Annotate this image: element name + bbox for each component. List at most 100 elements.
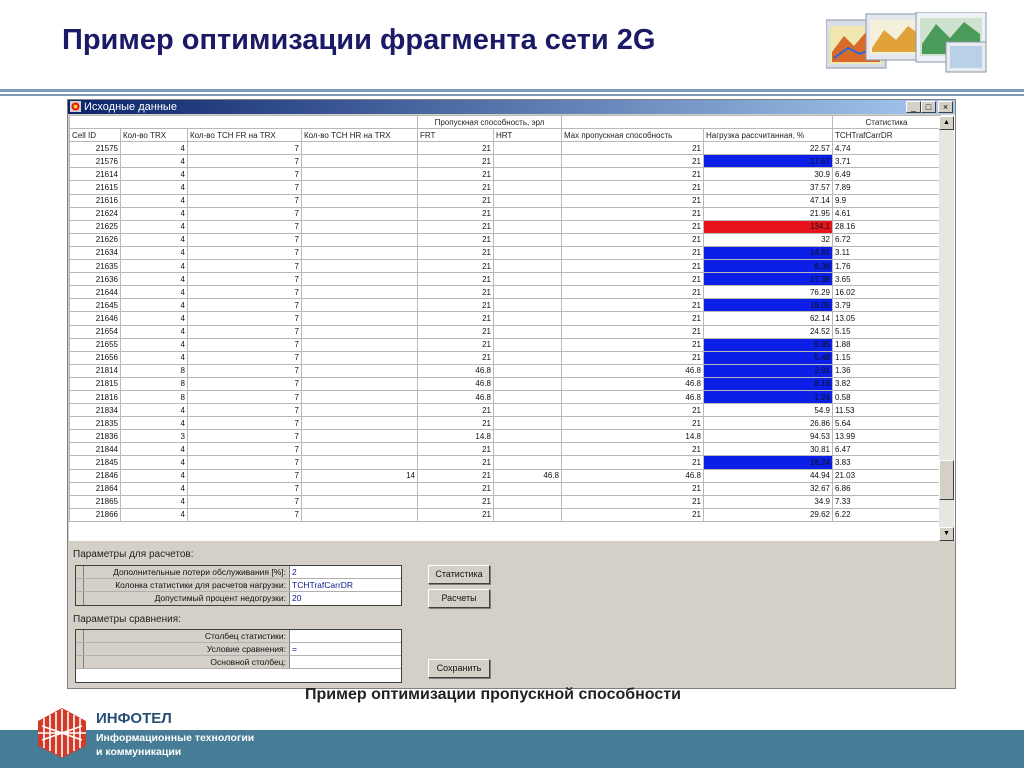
cell-fr[interactable]: 7 (187, 481, 302, 496)
cell-load[interactable]: 21.95 (703, 206, 833, 221)
cell-trx[interactable]: 4 (120, 180, 188, 195)
cell-trx[interactable]: 8 (120, 363, 188, 378)
cell-hrt[interactable] (493, 285, 562, 300)
cell-fr[interactable]: 7 (187, 219, 302, 234)
cell-hrt[interactable] (493, 245, 562, 261)
cell-hr[interactable] (301, 376, 418, 391)
cell-fr[interactable]: 7 (187, 193, 302, 208)
cell-max[interactable]: 46.8 (561, 363, 704, 378)
column-header[interactable]: FRT (417, 128, 494, 143)
table-row[interactable]: 21835 4 7 21 21 26.86 5.64 (69, 416, 941, 431)
cell-fr[interactable]: 7 (187, 167, 302, 182)
cell-fr[interactable]: 7 (187, 324, 302, 339)
cell-hr[interactable] (301, 272, 418, 287)
compare-row-condition[interactable]: Условие сравнения: = (76, 643, 401, 656)
cell-trx[interactable]: 4 (120, 442, 188, 457)
cell-stat[interactable]: 3.65 (832, 272, 941, 287)
vertical-scrollbar[interactable]: ▲ ▼ (939, 116, 954, 541)
cell-stat[interactable]: 9.9 (832, 193, 941, 208)
cell-id[interactable]: 21836 (69, 429, 121, 444)
cell-load[interactable]: 18.24 (703, 455, 833, 470)
cell-id[interactable]: 21814 (69, 363, 121, 378)
data-grid[interactable]: Пропускная способность, эрл Статистика C… (69, 115, 955, 541)
cell-hr[interactable] (301, 193, 418, 208)
cell-id[interactable]: 21865 (69, 494, 121, 509)
cell-stat[interactable]: 4.61 (832, 206, 941, 221)
cell-hrt[interactable] (493, 389, 562, 405)
table-row[interactable]: 21575 4 7 21 21 22.57 4.74 (69, 141, 941, 156)
cell-trx[interactable]: 8 (120, 376, 188, 391)
cell-stat[interactable]: 5.15 (832, 324, 941, 339)
cell-hrt[interactable] (493, 206, 562, 221)
column-header[interactable]: Max пропускная способность (561, 128, 704, 143)
cell-id[interactable]: 21815 (69, 376, 121, 391)
cell-hrt[interactable] (493, 154, 562, 169)
cell-frt[interactable]: 21 (417, 311, 494, 326)
cell-hr[interactable] (301, 232, 418, 247)
cell-max[interactable]: 21 (561, 298, 704, 313)
table-row[interactable]: 21576 4 7 21 21 17.67 3.71 (69, 154, 941, 169)
table-row[interactable]: 21625 4 7 21 21 134.1 28.16 (69, 219, 941, 234)
table-row[interactable]: 21635 4 7 21 21 8.38 1.76 (69, 259, 941, 274)
cell-max[interactable]: 21 (561, 311, 704, 326)
cell-hrt[interactable] (493, 481, 562, 496)
cell-stat[interactable]: 1.76 (832, 259, 941, 274)
table-row[interactable]: 21654 4 7 21 21 24.52 5.15 (69, 324, 941, 339)
cell-frt[interactable]: 46.8 (417, 389, 494, 405)
cell-hr[interactable] (301, 363, 418, 378)
cell-fr[interactable]: 7 (187, 376, 302, 391)
cell-hr[interactable] (301, 298, 418, 313)
compare-row-main-column[interactable]: Основной столбец: (76, 656, 401, 669)
param-row-stat-column[interactable]: Колонка статистики для расчетов нагрузки… (76, 579, 401, 592)
cell-trx[interactable]: 4 (120, 259, 188, 274)
table-row[interactable]: 21636 4 7 21 21 17.38 3.65 (69, 272, 941, 287)
cell-max[interactable]: 21 (561, 219, 704, 234)
cell-hrt[interactable] (493, 272, 562, 287)
cell-trx[interactable]: 4 (120, 154, 188, 169)
param-value-extra-losses[interactable]: 2 (290, 566, 401, 578)
cell-fr[interactable]: 7 (187, 259, 302, 274)
param-row-extra-losses[interactable]: Дополнительные потери обслуживания [%]: … (76, 566, 401, 579)
cell-load[interactable]: 8.95 (703, 337, 833, 352)
cell-stat[interactable]: 6.72 (832, 232, 941, 247)
cell-frt[interactable]: 21 (417, 455, 494, 470)
cell-max[interactable]: 21 (561, 442, 704, 457)
cell-hr[interactable] (301, 219, 418, 234)
table-row[interactable]: 21615 4 7 21 21 37.57 7.89 (69, 180, 941, 195)
cell-fr[interactable]: 7 (187, 337, 302, 352)
cell-id[interactable]: 21616 (69, 193, 121, 208)
cell-load[interactable]: 76.29 (703, 285, 833, 300)
table-row[interactable]: 21614 4 7 21 21 30.9 6.49 (69, 167, 941, 182)
cell-fr[interactable]: 7 (187, 206, 302, 221)
cell-fr[interactable]: 7 (187, 245, 302, 261)
cell-max[interactable]: 21 (561, 455, 704, 470)
cell-hr[interactable] (301, 206, 418, 221)
cell-hrt[interactable] (493, 442, 562, 457)
cell-load[interactable]: 18.05 (703, 298, 833, 313)
cell-hr[interactable] (301, 337, 418, 352)
param-value-underload[interactable]: 20 (290, 592, 401, 605)
cell-max[interactable]: 21 (561, 324, 704, 339)
cell-fr[interactable]: 7 (187, 285, 302, 300)
compare-value-stat-column[interactable] (290, 630, 401, 642)
cell-load[interactable]: 14.81 (703, 245, 833, 261)
cell-load[interactable]: 37.57 (703, 180, 833, 195)
cell-max[interactable]: 21 (561, 154, 704, 169)
table-row[interactable]: 21815 8 7 46.8 46.8 8.16 3.82 (69, 376, 941, 391)
cell-trx[interactable]: 4 (120, 455, 188, 470)
cell-hrt[interactable] (493, 219, 562, 234)
cell-frt[interactable]: 21 (417, 154, 494, 169)
window-titlebar[interactable]: Исходные данные _ □ × (68, 100, 955, 114)
cell-hr[interactable] (301, 403, 418, 418)
cell-max[interactable]: 21 (561, 285, 704, 300)
cell-hrt[interactable] (493, 416, 562, 431)
table-row[interactable]: 21634 4 7 21 21 14.81 3.11 (69, 245, 941, 261)
cell-fr[interactable]: 7 (187, 416, 302, 431)
cell-stat[interactable]: 5.64 (832, 416, 941, 431)
table-row[interactable]: 21866 4 7 21 21 29.62 6.22 (69, 507, 941, 522)
cell-hrt[interactable] (493, 193, 562, 208)
cell-id[interactable]: 21626 (69, 232, 121, 247)
cell-hr[interactable] (301, 507, 418, 522)
cell-fr[interactable]: 7 (187, 232, 302, 247)
cell-hr[interactable] (301, 324, 418, 339)
